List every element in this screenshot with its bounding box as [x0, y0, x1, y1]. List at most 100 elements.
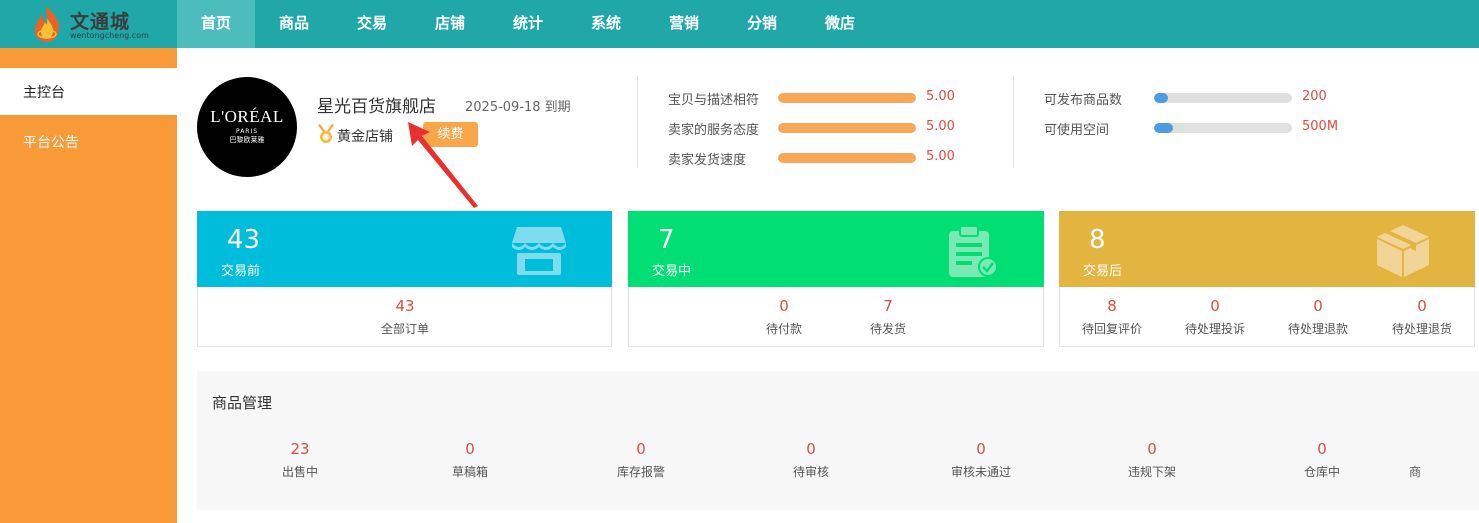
rating-row: 卖家发货速度 5.00	[668, 148, 968, 168]
stat-item-label: 待发货	[869, 322, 906, 336]
stat-item-label: 待回复评价	[1081, 322, 1142, 336]
rating-label: 卖家发货速度	[668, 153, 747, 168]
goods-stat-value	[1409, 440, 1479, 460]
flame-logo-icon	[35, 6, 60, 42]
goods-stat-value: 0	[465, 440, 475, 458]
goods-stat-item[interactable]: 0 库存报警	[581, 440, 701, 480]
stat-card-header: 43 交易前	[197, 211, 612, 287]
goods-stat-item[interactable]: 0 违规下架	[1092, 440, 1212, 480]
nav-item-marketing[interactable]: 营销	[645, 0, 723, 48]
goods-stat-value: 0	[1147, 440, 1157, 458]
rating-value: 5.00	[926, 89, 955, 104]
quota-value: 500M	[1302, 119, 1339, 134]
goods-stat-item[interactable]: 0 草稿箱	[410, 440, 530, 480]
goods-stat-value: 0	[1317, 440, 1327, 458]
package-box-icon	[1377, 225, 1429, 277]
stat-card-body: 8 待回复评价 0 待处理投诉 0 待处理退款 0 待处理退货	[1060, 287, 1474, 347]
sidebar: 主控台 平台公告	[0, 48, 177, 523]
stat-item[interactable]: 43 全部订单	[355, 297, 455, 337]
goods-stat-item[interactable]: 0 审核未通过	[921, 440, 1041, 480]
stat-caption: 交易中	[652, 264, 692, 279]
rating-value: 5.00	[926, 119, 955, 134]
stat-item-value: 0	[1210, 297, 1220, 315]
nav-item-system[interactable]: 系统	[567, 0, 645, 48]
stat-card-after-trade: 8 交易后 8 待回复评价 0 待处理投诉 0 待处理退款 0 待处理退货	[1059, 211, 1475, 347]
goods-stat-value: 0	[636, 440, 646, 458]
stat-item[interactable]: 0 待付款	[734, 297, 834, 337]
store-logo-subtext: PARIS	[235, 128, 259, 135]
stat-item[interactable]: 0 待处理退货	[1372, 297, 1472, 337]
stat-caption: 交易后	[1083, 264, 1123, 279]
stat-item-value: 7	[883, 297, 893, 315]
stat-card-before-trade: 43 交易前 43 全部订单	[197, 211, 612, 347]
stat-item-label: 待处理退货	[1391, 322, 1452, 336]
goods-stat-label: 违规下架	[1127, 465, 1176, 479]
goods-stat-item[interactable]: 23 出售中	[240, 440, 360, 480]
goods-stat-item[interactable]: 0 仓库中	[1262, 440, 1382, 480]
goods-stat-label: 出售中	[281, 465, 318, 479]
clipboard-check-icon	[949, 225, 998, 277]
stat-item[interactable]: 8 待回复评价	[1062, 297, 1162, 337]
goods-stat-value: 0	[976, 440, 986, 458]
store-logo-text: L'ORÉAL	[210, 107, 284, 126]
quota-value: 200	[1302, 89, 1327, 104]
stat-card-header: 8 交易后	[1059, 211, 1475, 287]
rating-label: 宝贝与描述相符	[668, 93, 760, 108]
stat-card-body: 43 全部订单	[198, 287, 611, 347]
rating-bar	[778, 93, 916, 103]
goods-management-panel: 商品管理 23 出售中 0 草稿箱 0 库存报警 0 待审核 0 审核未通过 0…	[197, 371, 1479, 510]
sidebar-item-dashboard[interactable]: 主控台	[0, 68, 177, 118]
goods-stat-label: 草稿箱	[451, 465, 488, 479]
stat-item[interactable]: 0 待处理退款	[1268, 297, 1368, 337]
quota-bar	[1154, 93, 1292, 103]
divider	[637, 76, 638, 168]
stat-card-body: 0 待付款 7 待发货	[629, 287, 1043, 347]
nav-item-store[interactable]: 店铺	[411, 0, 489, 48]
stat-item-value: 0	[1417, 297, 1427, 315]
stat-item-value: 8	[1107, 297, 1117, 315]
goods-stat-value: 0	[806, 440, 816, 458]
stat-item[interactable]: 0 待处理投诉	[1165, 297, 1265, 337]
goods-stat-item[interactable]: 商	[1409, 440, 1479, 480]
goods-stat-label: 待审核	[792, 465, 829, 479]
stat-item-value: 43	[395, 297, 415, 315]
gold-medal-icon	[318, 124, 334, 143]
quota-row: 可使用空间 500M	[1044, 118, 1364, 138]
red-arrow-annotation	[408, 122, 478, 208]
nav-item-home[interactable]: 首页	[177, 0, 255, 48]
nav-item-microstore[interactable]: 微店	[801, 0, 879, 48]
nav-item-stats[interactable]: 统计	[489, 0, 567, 48]
rating-bar	[778, 123, 916, 133]
rating-row: 宝贝与描述相符 5.00	[668, 88, 968, 108]
nav-item-goods[interactable]: 商品	[255, 0, 333, 48]
quota-label: 可使用空间	[1044, 123, 1110, 138]
goods-stat-item[interactable]: 0 待审核	[751, 440, 871, 480]
sidebar-item-announcements[interactable]: 平台公告	[0, 118, 177, 168]
stat-card-in-trade: 7 交易中 0 待付款 7 待发货	[628, 211, 1044, 347]
nav-item-trade[interactable]: 交易	[333, 0, 411, 48]
stat-item-label: 全部订单	[380, 322, 429, 336]
stat-item[interactable]: 7 待发货	[838, 297, 938, 337]
divider	[1013, 76, 1014, 168]
rating-value: 5.00	[926, 149, 955, 164]
goods-stat-label: 仓库中	[1303, 465, 1340, 479]
main-nav: 首页 商品 交易 店铺 统计 系统 营销 分销 微店	[177, 0, 879, 48]
goods-stat-value: 23	[290, 440, 310, 458]
quota-label: 可发布商品数	[1044, 93, 1123, 108]
stat-item-label: 待付款	[765, 322, 802, 336]
stat-count: 7	[658, 225, 675, 255]
rating-row: 卖家的服务态度 5.00	[668, 118, 968, 138]
quota-bar	[1154, 123, 1292, 133]
top-navbar: 文通城 wentongcheng.com 首页 商品 交易 店铺 统计 系统 营…	[0, 0, 1479, 48]
nav-item-distribution[interactable]: 分销	[723, 0, 801, 48]
quota-row: 可发布商品数 200	[1044, 88, 1364, 108]
stat-count: 8	[1089, 225, 1106, 255]
site-logo[interactable]: 文通城 wentongcheng.com	[30, 4, 170, 44]
goods-stat-label: 库存报警	[616, 465, 665, 479]
store-logo-cn-text: 巴黎欧莱雅	[229, 136, 265, 144]
rating-label: 卖家的服务态度	[668, 123, 760, 138]
store-level: 黄金店铺	[337, 129, 393, 145]
store-expire-date: 2025-09-18 到期	[465, 100, 571, 115]
stat-item-label: 待处理退款	[1287, 322, 1348, 336]
store-avatar: L'ORÉAL PARIS 巴黎欧莱雅	[197, 77, 297, 177]
